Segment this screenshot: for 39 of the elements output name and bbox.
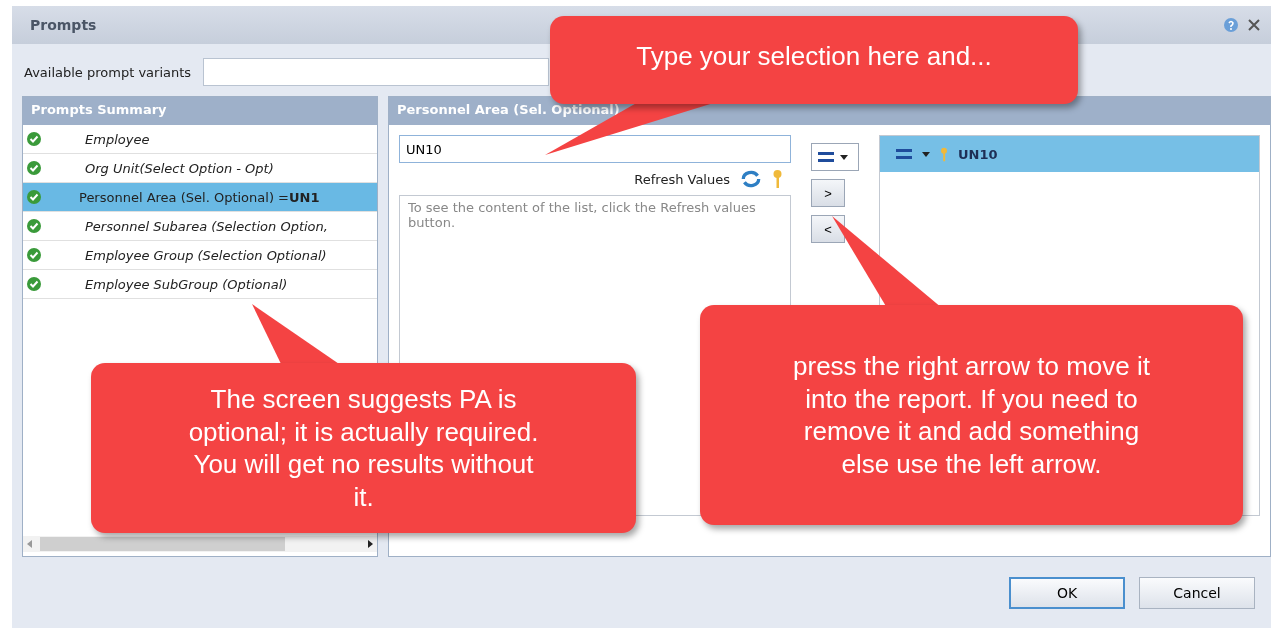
add-button[interactable]: > (811, 179, 845, 207)
cancel-button[interactable]: Cancel (1139, 577, 1255, 609)
check-icon (27, 161, 41, 175)
check-icon (27, 277, 41, 291)
variants-label: Available prompt variants (24, 64, 192, 80)
close-icon[interactable] (1247, 18, 1261, 32)
check-icon (27, 190, 41, 204)
prompt-label: Org Unit(Select Option - Opt) (84, 160, 274, 176)
horizontal-scrollbar[interactable] (23, 536, 377, 552)
value-input-field[interactable]: UN10 (399, 135, 791, 163)
list-hint: To see the content of the list, click the Refresh values button. (408, 200, 756, 230)
selected-value-row[interactable]: UN10 (880, 136, 1259, 172)
callout-text: The screen suggests PA is optional; it is actually required. You will get no results without it. (187, 383, 540, 513)
prompt-label: Employee SubGroup (Optional) (84, 276, 288, 292)
prompt-label: Personnel Subarea (Selection Option, (84, 218, 328, 234)
scroll-left-icon[interactable] (27, 540, 32, 548)
check-icon (27, 219, 41, 233)
refresh-values-link[interactable]: Refresh Values (634, 171, 730, 187)
help-icon[interactable] (1223, 17, 1239, 33)
callout-text: press the right arrow to move it into the report. If you need to remove it and add something else use the left arrow. (792, 350, 1151, 480)
remove-button[interactable]: < (811, 215, 845, 243)
variants-field[interactable] (203, 58, 550, 86)
operator-dropdown[interactable] (811, 143, 859, 171)
selected-value: UN10 (958, 146, 998, 162)
panel-header: Prompts Summary (23, 97, 377, 125)
refresh-icon[interactable] (740, 170, 762, 188)
window-title: Prompts (30, 17, 98, 33)
equals-icon (896, 149, 912, 159)
check-icon (27, 248, 41, 262)
scroll-right-icon[interactable] (368, 540, 373, 548)
ok-button[interactable]: OK (1009, 577, 1125, 609)
prompt-label: Employee (84, 131, 150, 147)
prompt-label: Personnel Area (Sel. Optional) =UN1 (78, 189, 320, 205)
caret-icon[interactable] (922, 151, 930, 157)
callout-text: Type your selection here and... (636, 39, 992, 73)
prompt-item[interactable]: Personnel Area (Sel. Optional) =UN1 (23, 183, 377, 212)
check-icon (27, 132, 41, 146)
prompt-label: Employee Group (Selection Optional) (84, 247, 327, 263)
key-icon (940, 146, 948, 162)
